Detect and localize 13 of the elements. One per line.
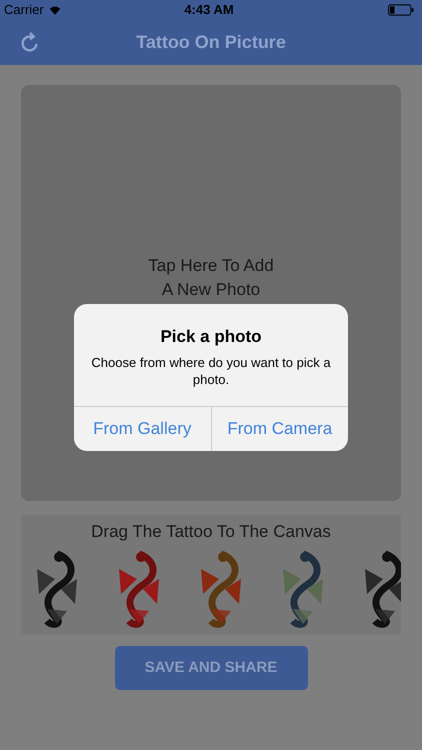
alert-title: Pick a photo — [159, 326, 263, 348]
alert-message: Choose from where do you want to pick a photo. — [90, 354, 332, 388]
canvas-prompt: Tap Here To Add — [148, 255, 274, 277]
wifi-icon — [48, 4, 62, 16]
battery-icon — [388, 4, 414, 16]
save-and-share-button[interactable]: SAVE AND SHARE — [114, 646, 308, 690]
canvas-prompt: A New Photo — [162, 279, 260, 301]
clock-time: 4:43 AM — [184, 1, 234, 20]
alert-button[interactable]: From Camera — [210, 406, 348, 450]
strip-caption: Drag The Tattoo To The Canvas — [90, 521, 332, 543]
carrier-label: Carrier — [4, 1, 44, 20]
nav-title: Tattoo On Picture — [136, 31, 286, 54]
alert-button[interactable]: From Gallery — [74, 406, 210, 450]
